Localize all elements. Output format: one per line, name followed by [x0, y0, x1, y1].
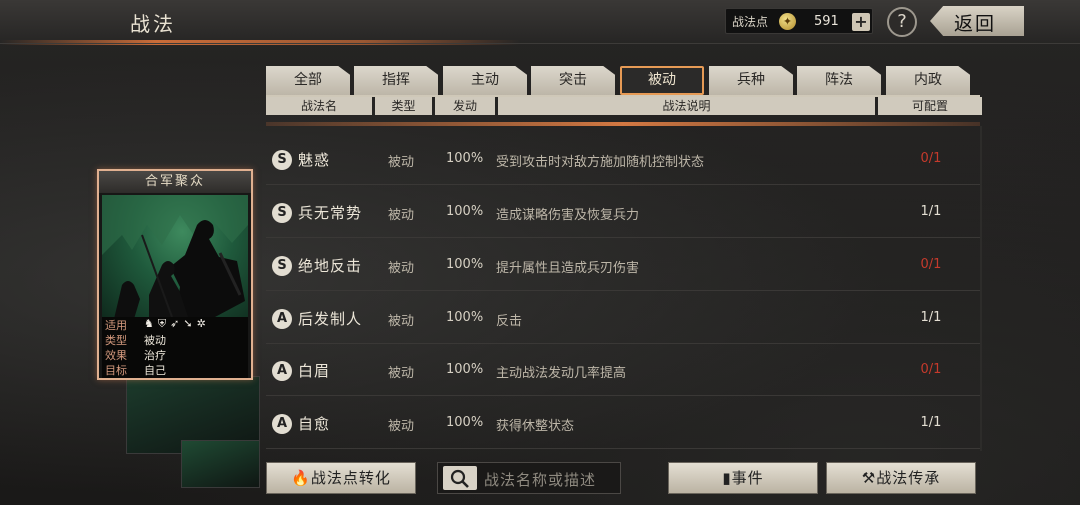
tactic-points-value: 591 — [814, 14, 839, 29]
tactic-description: 获得休整状态 — [496, 419, 575, 434]
tab-all[interactable]: 全部 — [266, 66, 350, 95]
tactic-rate: 100% — [446, 151, 484, 166]
tactic-type: 被动 — [388, 261, 415, 276]
column-header-type: 类型 — [375, 97, 432, 115]
grade-badge: A — [272, 309, 292, 329]
tactic-type: 被动 — [388, 366, 415, 381]
events-button[interactable]: ▮事件 — [668, 462, 818, 494]
card-effect-label: 效果 — [105, 349, 127, 362]
tactic-name: 魅惑 — [298, 151, 331, 169]
grade-badge: A — [272, 361, 292, 381]
tactic-rate: 100% — [446, 310, 484, 325]
shield-icon: ⛨ — [157, 317, 171, 330]
hammer-icon: ⚒ — [861, 469, 877, 487]
tactic-description: 提升属性且造成兵刃伤害 — [496, 261, 640, 276]
tactic-row[interactable]: A 后发制人 被动 100% 反击 1/1 — [266, 294, 980, 344]
event-icon: ▮ — [722, 469, 732, 487]
tactic-type: 被动 — [388, 155, 415, 170]
card-target-value: 自己 — [144, 364, 166, 377]
siege-icon: ✲ — [196, 317, 210, 330]
search-field[interactable]: 战法名称或描述 — [437, 462, 621, 494]
card-fit-icons: ♞⛨➶➘✲ — [144, 317, 210, 331]
tactic-description: 造成谋略伤害及恢复兵力 — [496, 208, 640, 223]
tactic-type: 被动 — [388, 314, 415, 329]
card-artwork — [102, 195, 248, 317]
list-top-glow — [266, 122, 980, 126]
tactic-row[interactable]: S 绝地反击 被动 100% 提升属性且造成兵刃伤害 0/1 — [266, 241, 980, 291]
events-label: 事件 — [731, 469, 764, 487]
tactic-row[interactable]: A 白眉 被动 100% 主动战法发动几率提高 0/1 — [266, 346, 980, 396]
card-type-label: 类型 — [105, 334, 127, 347]
help-button[interactable]: ? — [887, 7, 917, 37]
card-target-label: 目标 — [105, 364, 127, 377]
tactic-points-label: 战法点 — [732, 15, 769, 29]
tactic-config-count: 0/1 — [920, 257, 942, 272]
spear-icon: ➘ — [183, 317, 197, 330]
search-placeholder: 战法名称或描述 — [484, 471, 597, 489]
tab-assault[interactable]: 突击 — [531, 66, 615, 95]
tactic-description: 主动战法发动几率提高 — [496, 366, 627, 381]
tactic-config-count: 1/1 — [920, 415, 942, 430]
tab-troop-type[interactable]: 兵种 — [709, 66, 793, 95]
add-points-button[interactable]: + — [852, 13, 870, 31]
tactic-description: 受到攻击时对敌方施加随机控制状态 — [496, 155, 705, 170]
tactic-type: 被动 — [388, 208, 415, 223]
grade-badge: S — [272, 150, 292, 170]
tactic-rate: 100% — [446, 415, 484, 430]
tactic-points-display: 战法点 ✦ 591 + — [725, 8, 873, 34]
convert-points-label: 战法点转化 — [310, 469, 391, 487]
tab-active[interactable]: 主动 — [443, 66, 527, 95]
flame-icon: 🔥 — [291, 469, 311, 487]
tactic-rate: 100% — [446, 204, 484, 219]
card-title: 合军聚众 — [99, 171, 251, 193]
grade-badge: A — [272, 414, 292, 434]
search-icon[interactable] — [443, 466, 477, 490]
page-title: 战法 — [130, 12, 176, 36]
horse-icon: ♞ — [144, 317, 158, 330]
card-effect-value: 治疗 — [144, 349, 166, 362]
tactic-config-count: 0/1 — [920, 362, 942, 377]
card-info-panel: 适用 ♞⛨➶➘✲ 类型 被动 效果 治疗 目标 自己 — [102, 317, 248, 378]
selected-tactic-card[interactable]: 合军聚众 适用 ♞⛨➶➘✲ 类型 被动 效果 治疗 目标 自己 — [97, 169, 253, 380]
tactic-inherit-label: 战法传承 — [876, 469, 941, 487]
back-button-label: 返回 — [954, 13, 997, 35]
card-type-value: 被动 — [144, 334, 166, 347]
tactic-type: 被动 — [388, 419, 415, 434]
tactic-description: 反击 — [496, 314, 523, 329]
tactic-row[interactable]: S 魅惑 被动 100% 受到攻击时对敌方施加随机控制状态 0/1 — [266, 135, 980, 185]
column-header-configurable: 可配置 — [878, 97, 982, 115]
tab-domestic[interactable]: 内政 — [886, 66, 970, 95]
tactic-name: 后发制人 — [298, 310, 363, 328]
grade-badge: S — [272, 256, 292, 276]
top-bar-divider — [0, 43, 1080, 44]
list-scrollbar[interactable] — [980, 126, 982, 451]
grade-badge: S — [272, 203, 292, 223]
tactic-name: 白眉 — [298, 362, 331, 380]
tactic-config-count: 1/1 — [920, 204, 942, 219]
back-button[interactable]: 返回 — [930, 6, 1024, 36]
column-header-rate: 发动 — [435, 97, 495, 115]
tab-command[interactable]: 指挥 — [354, 66, 438, 95]
column-header-description: 战法说明 — [498, 97, 875, 115]
tactic-points-coin-icon: ✦ — [779, 13, 796, 30]
tactic-config-count: 0/1 — [920, 151, 942, 166]
tactic-row[interactable]: S 兵无常势 被动 100% 造成谋略伤害及恢复兵力 1/1 — [266, 188, 980, 238]
convert-points-button[interactable]: 🔥战法点转化 — [266, 462, 416, 494]
tactic-name: 绝地反击 — [298, 257, 363, 275]
tab-passive[interactable]: 被动 — [620, 66, 704, 95]
warrior-silhouette-icon — [102, 195, 248, 317]
tactic-rate: 100% — [446, 362, 484, 377]
tactic-name: 兵无常势 — [298, 204, 363, 222]
bow-icon: ➶ — [170, 317, 184, 330]
tactic-row[interactable]: A 自愈 被动 100% 获得休整状态 1/1 — [266, 399, 980, 449]
card-fit-label: 适用 — [105, 319, 127, 332]
tactic-config-count: 1/1 — [920, 310, 942, 325]
tactic-name: 自愈 — [298, 415, 331, 433]
column-header-name: 战法名 — [266, 97, 372, 115]
card-stack-back — [181, 440, 260, 488]
tactic-inherit-button[interactable]: ⚒战法传承 — [826, 462, 976, 494]
tactic-rate: 100% — [446, 257, 484, 272]
tab-formation[interactable]: 阵法 — [797, 66, 881, 95]
